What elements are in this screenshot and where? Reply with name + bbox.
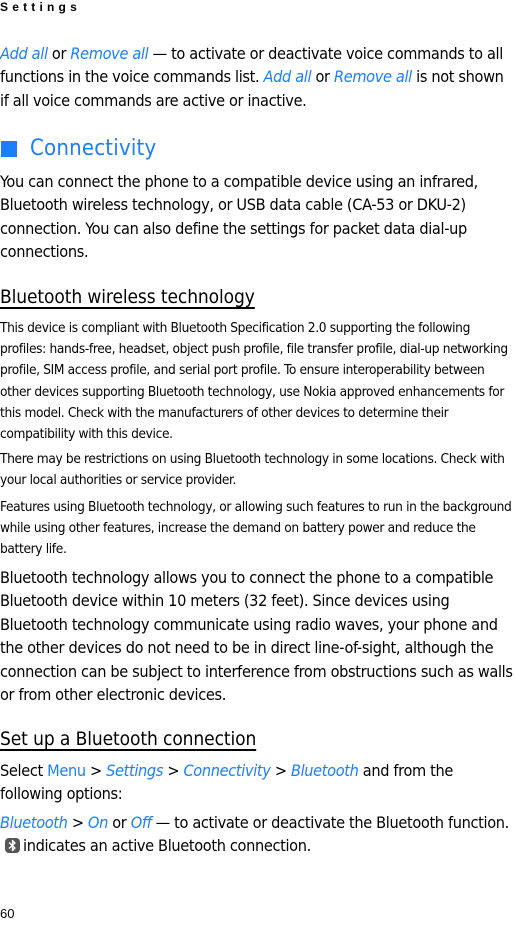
remove-all-link[interactable]: Remove all — [70, 44, 148, 63]
setup-path-paragraph: Select Menu > Settings > Connectivity > … — [0, 761, 453, 804]
voice-commands-paragraph: Add all or Remove all — to activate or d… — [0, 44, 504, 110]
add-all-link[interactable]: Add all — [264, 67, 312, 86]
subsection-title-bluetooth: Bluetooth wireless technology — [0, 286, 255, 308]
off-option-link[interactable]: Off — [131, 813, 152, 832]
on-option-link[interactable]: On — [88, 813, 108, 832]
subsection-title-setup: Set up a Bluetooth connection — [0, 728, 257, 750]
bluetooth-option-link[interactable]: Bluetooth — [0, 813, 68, 832]
bluetooth-range-paragraph: Bluetooth technology allows you to conne… — [0, 568, 513, 705]
remove-all-link[interactable]: Remove all — [334, 67, 412, 86]
connectivity-intro: You can connect the phone to a compatibl… — [0, 172, 478, 262]
bluetooth-option-paragraph: Bluetooth > On or Off — to activate or d… — [0, 813, 509, 856]
square-icon — [1, 140, 17, 157]
add-all-link[interactable]: Add all — [0, 44, 48, 63]
bluetooth-compliance-paragraph: This device is compliant with Bluetooth … — [0, 320, 508, 443]
running-head: Settings — [0, 0, 81, 14]
connectivity-link[interactable]: Connectivity — [183, 761, 270, 780]
page-number: 60 — [0, 906, 15, 921]
bluetooth-icon — [5, 838, 20, 854]
menu-link[interactable]: Menu — [47, 761, 86, 780]
bluetooth-restrictions-paragraph: There may be restrictions on using Bluet… — [0, 451, 505, 489]
bluetooth-battery-paragraph: Features using Bluetooth technology, or … — [0, 499, 512, 558]
manual-page: Settings Add all or Remove all — to acti… — [0, 0, 515, 925]
bluetooth-link[interactable]: Bluetooth — [291, 761, 359, 780]
section-title-connectivity: Connectivity — [0, 136, 515, 161]
settings-link[interactable]: Settings — [106, 761, 163, 780]
